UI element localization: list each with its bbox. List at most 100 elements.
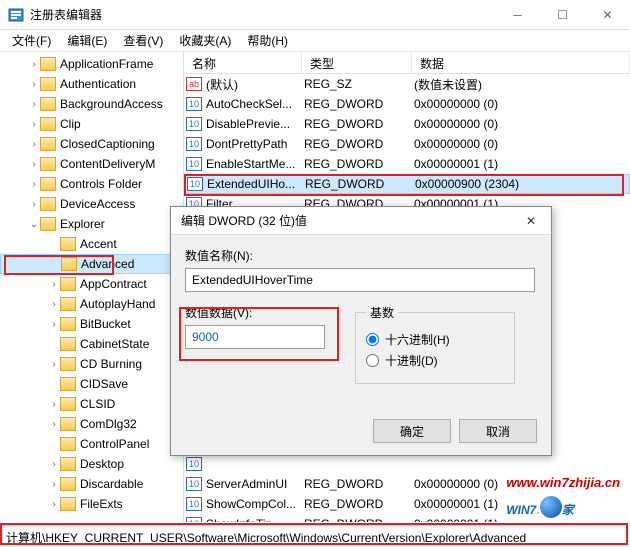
tree-item-label: AutoplayHand — [80, 297, 155, 311]
statusbar: 计算机\HKEY_CURRENT_USER\Software\Microsoft… — [0, 525, 630, 547]
minimize-button[interactable]: ─ — [495, 0, 540, 30]
expand-chevron-icon[interactable]: › — [48, 419, 60, 430]
value-name: ServerAdminUI — [206, 477, 304, 491]
cancel-button[interactable]: 取消 — [459, 419, 537, 443]
registry-tree[interactable]: ›ApplicationFrame›Authentication›Backgro… — [0, 52, 184, 522]
list-row[interactable]: 10ServerAdminUIREG_DWORD0x00000000 (0) — [184, 474, 630, 494]
value-name-label: 数值名称(N): — [185, 247, 537, 264]
tree-item[interactable]: ›BackgroundAccess — [0, 94, 183, 114]
expand-chevron-icon[interactable]: ⌄ — [28, 219, 40, 230]
folder-icon — [60, 237, 76, 251]
expand-chevron-icon[interactable]: › — [48, 399, 60, 410]
tree-item[interactable]: ›Controls Folder — [0, 174, 183, 194]
menubar: 文件(F) 编辑(E) 查看(V) 收藏夹(A) 帮助(H) — [0, 30, 630, 52]
list-row[interactable]: 10DontPrettyPathREG_DWORD0x00000000 (0) — [184, 134, 630, 154]
value-name: ShowInfoTip — [206, 517, 304, 522]
folder-icon — [40, 77, 56, 91]
folder-icon — [40, 197, 56, 211]
tree-item[interactable]: ›Clip — [0, 114, 183, 134]
tree-item[interactable]: CabinetState — [0, 334, 183, 354]
expand-chevron-icon[interactable]: › — [48, 319, 60, 330]
maximize-button[interactable]: ☐ — [540, 0, 585, 30]
value-type: REG_DWORD — [304, 517, 414, 522]
value-data-input[interactable] — [185, 325, 325, 349]
tree-item-label: ContentDeliveryM — [60, 157, 155, 171]
folder-icon — [40, 57, 56, 71]
folder-icon — [40, 97, 56, 111]
expand-chevron-icon[interactable]: › — [48, 299, 60, 310]
col-name[interactable]: 名称 — [184, 52, 302, 73]
tree-item[interactable]: Accent — [0, 234, 183, 254]
dialog-titlebar: 编辑 DWORD (32 位)值 ✕ — [171, 207, 551, 235]
value-data: 0x00000000 (0) — [414, 97, 630, 111]
expand-chevron-icon[interactable]: › — [28, 79, 40, 90]
dword-value-icon: 10 — [186, 117, 202, 131]
tree-item-label: CabinetState — [80, 337, 149, 351]
menu-view[interactable]: 查看(V) — [115, 30, 171, 51]
menu-favorites[interactable]: 收藏夹(A) — [171, 30, 239, 51]
tree-item[interactable]: ›DeviceAccess — [0, 194, 183, 214]
list-row[interactable]: 10ShowCompCol...REG_DWORD0x00000001 (1) — [184, 494, 630, 514]
expand-chevron-icon[interactable]: › — [48, 479, 60, 490]
list-row[interactable]: 10DisablePrevie...REG_DWORD0x00000000 (0… — [184, 114, 630, 134]
ok-button[interactable]: 确定 — [373, 419, 451, 443]
col-type[interactable]: 类型 — [302, 52, 412, 73]
expand-chevron-icon[interactable]: › — [48, 279, 60, 290]
radio-dec[interactable] — [366, 354, 379, 367]
expand-chevron-icon[interactable]: › — [48, 359, 60, 370]
expand-chevron-icon[interactable]: › — [28, 59, 40, 70]
expand-chevron-icon[interactable]: › — [28, 199, 40, 210]
tree-item[interactable]: ›BitBucket — [0, 314, 183, 334]
tree-item[interactable]: ›Desktop — [0, 454, 183, 474]
window-title: 注册表编辑器 — [30, 6, 495, 23]
tree-item[interactable]: ›ClosedCaptioning — [0, 134, 183, 154]
tree-item[interactable]: ›Discardable — [0, 474, 183, 494]
expand-chevron-icon[interactable]: › — [28, 159, 40, 170]
menu-file[interactable]: 文件(F) — [4, 30, 59, 51]
col-data[interactable]: 数据 — [412, 52, 630, 73]
dword-value-icon: 10 — [186, 457, 202, 471]
tree-item[interactable]: › ContentDeliveryM — [0, 154, 183, 174]
dword-value-icon: 10 — [186, 517, 202, 522]
tree-item[interactable]: CIDSave — [0, 374, 183, 394]
tree-item-label: Authentication — [60, 77, 136, 91]
value-name: DontPrettyPath — [206, 137, 304, 151]
value-name: (默认) — [206, 76, 304, 93]
tree-item[interactable]: › AppContract — [0, 274, 183, 294]
radio-hex[interactable] — [366, 333, 379, 346]
folder-icon — [40, 137, 56, 151]
expand-chevron-icon[interactable]: › — [48, 459, 60, 470]
tree-item[interactable]: › AutoplayHand — [0, 294, 183, 314]
tree-item-label: AppContract — [80, 277, 147, 291]
list-row[interactable]: 10EnableStartMe...REG_DWORD0x00000001 (1… — [184, 154, 630, 174]
tree-item[interactable]: ›FileExts — [0, 494, 183, 514]
tree-item[interactable]: › Authentication — [0, 74, 183, 94]
list-row[interactable]: 10AutoCheckSel...REG_DWORD0x00000000 (0) — [184, 94, 630, 114]
tree-item[interactable]: Advanced — [0, 254, 183, 274]
menu-help[interactable]: 帮助(H) — [239, 30, 296, 51]
menu-edit[interactable]: 编辑(E) — [59, 30, 115, 51]
tree-item[interactable]: ControlPanel — [0, 434, 183, 454]
tree-item[interactable]: ›ApplicationFrame — [0, 54, 183, 74]
folder-icon — [60, 437, 76, 451]
value-name-input[interactable] — [185, 268, 535, 292]
list-row[interactable]: 10 — [184, 454, 630, 474]
close-button[interactable]: ✕ — [585, 0, 630, 30]
tree-item-label: CLSID — [80, 397, 115, 411]
tree-item[interactable]: › CLSID — [0, 394, 183, 414]
expand-chevron-icon[interactable]: › — [28, 139, 40, 150]
expand-chevron-icon[interactable]: › — [28, 179, 40, 190]
list-row[interactable]: ab(默认)REG_SZ(数值未设置) — [184, 74, 630, 94]
expand-chevron-icon[interactable]: › — [28, 119, 40, 130]
value-name: AutoCheckSel... — [206, 97, 304, 111]
tree-item[interactable]: ⌄Explorer — [0, 214, 183, 234]
list-row[interactable]: 10ShowInfoTipREG_DWORD0x00000001 (1) — [184, 514, 630, 522]
tree-item[interactable]: ›CD Burning — [0, 354, 183, 374]
expand-chevron-icon[interactable]: › — [48, 499, 60, 510]
expand-chevron-icon[interactable]: › — [28, 99, 40, 110]
dialog-close-button[interactable]: ✕ — [511, 207, 551, 235]
tree-item[interactable]: ›ComDlg32 — [0, 414, 183, 434]
folder-icon — [40, 217, 56, 231]
value-data: 0x00000001 (1) — [414, 157, 630, 171]
list-row[interactable]: 10ExtendedUIHo...REG_DWORD0x00000900 (23… — [184, 174, 630, 194]
